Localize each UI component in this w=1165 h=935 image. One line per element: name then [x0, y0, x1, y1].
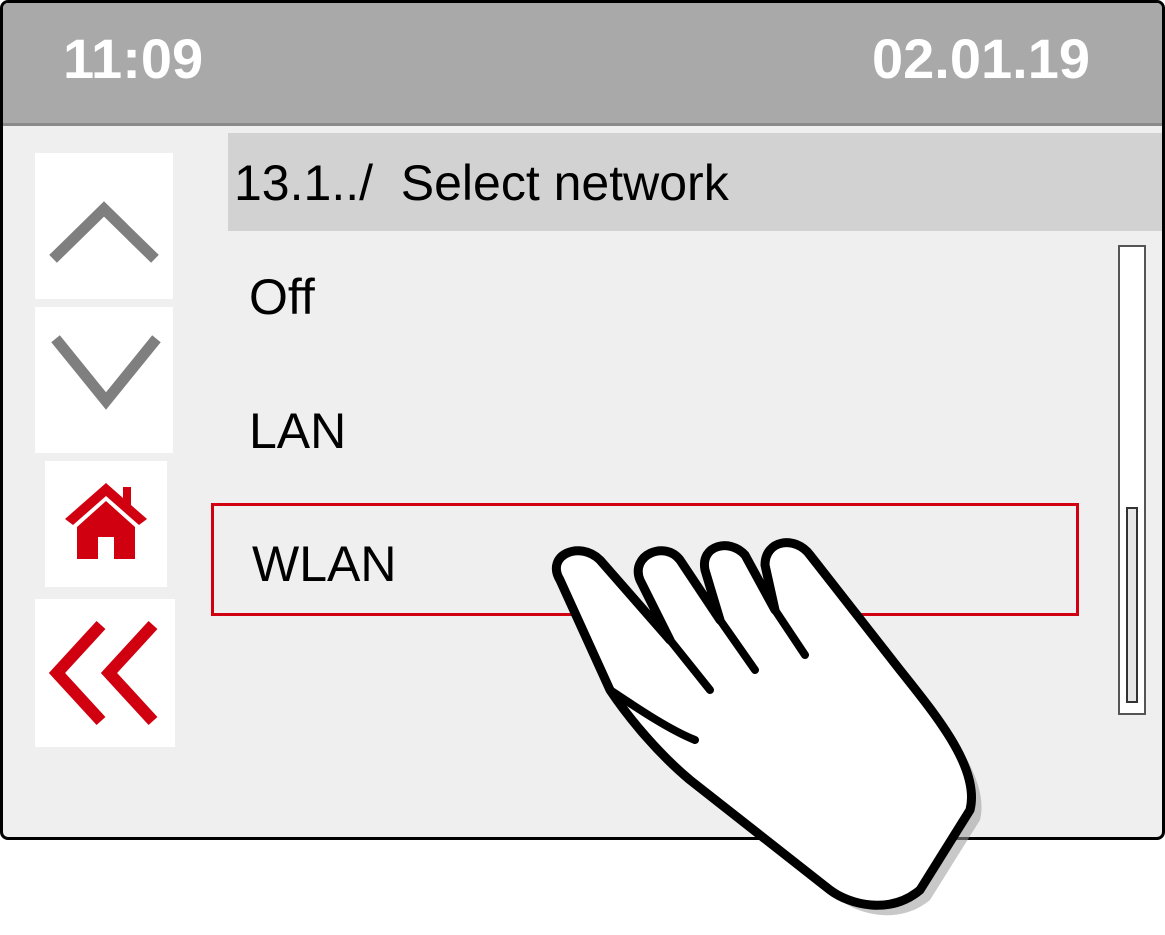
list-item-label: WLAN — [252, 536, 397, 592]
pointing-hand-icon — [551, 538, 982, 916]
home-button[interactable] — [45, 461, 167, 587]
back-button[interactable] — [35, 599, 175, 747]
clock-time: 11:09 — [63, 27, 204, 90]
chevron-up-icon — [49, 201, 159, 263]
menu-header: 13.1../ Select network — [228, 133, 1162, 231]
home-icon — [65, 483, 147, 559]
menu-title: 13.1../ Select network — [234, 155, 729, 211]
list-item-label: LAN — [249, 403, 347, 459]
scrollbar[interactable] — [1118, 245, 1146, 715]
network-option-off[interactable]: Off — [211, 253, 1079, 343]
double-chevron-left-icon — [48, 620, 158, 726]
scroll-up-button[interactable] — [35, 153, 173, 299]
scrollbar-thumb[interactable] — [1126, 507, 1138, 703]
clock-date: 02.01.19 — [872, 27, 1090, 90]
status-bar: 11:09 02.01.19 — [3, 3, 1162, 126]
network-option-lan[interactable]: LAN — [211, 385, 1079, 475]
scroll-down-button[interactable] — [35, 307, 173, 453]
chevron-down-icon — [51, 335, 161, 410]
list-item-label: Off — [249, 269, 315, 325]
